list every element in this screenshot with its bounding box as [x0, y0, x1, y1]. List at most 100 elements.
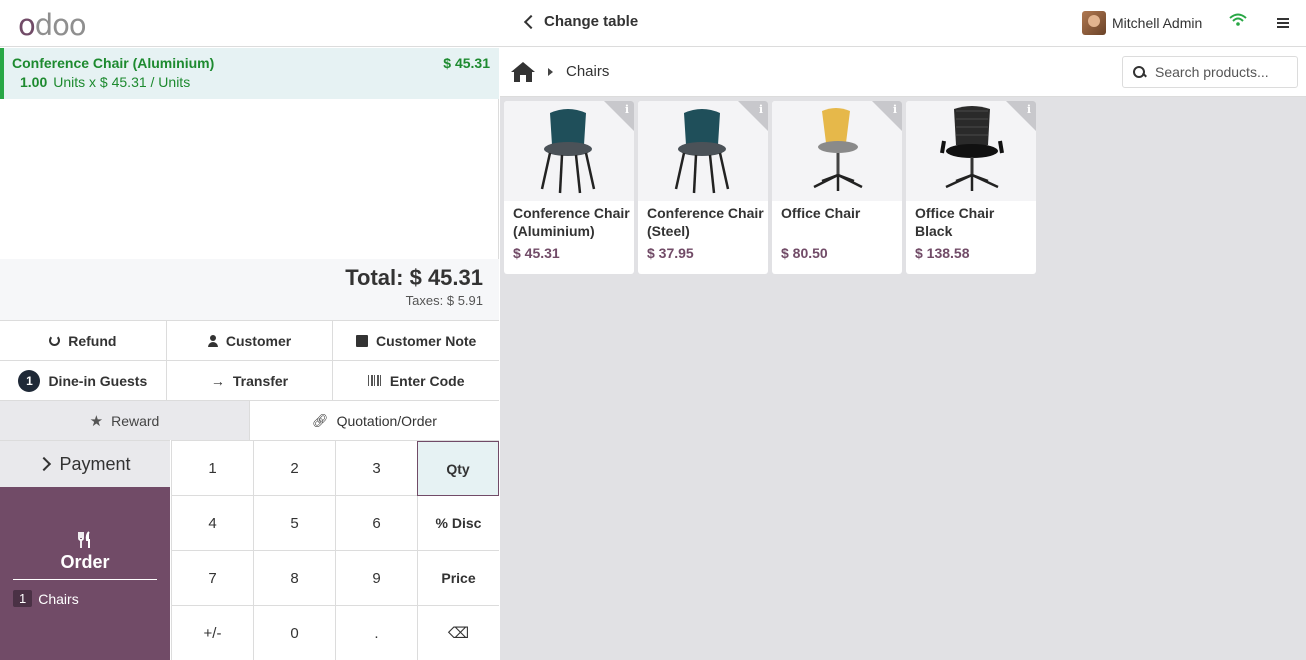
- info-icon[interactable]: i: [759, 103, 763, 116]
- reward-label: Reward: [111, 412, 160, 429]
- numpad-9[interactable]: 9: [335, 551, 417, 606]
- product-card[interactable]: i Conference Chair (Steel) $ 37.95: [638, 101, 768, 274]
- product-name: Office Chair Black: [915, 205, 995, 239]
- enter-code-button[interactable]: Enter Code: [333, 361, 500, 400]
- info-corner: [604, 101, 634, 131]
- info-icon[interactable]: i: [1027, 103, 1031, 116]
- order-line-detail: 1.00 Units x $ 45.31 / Units: [20, 74, 190, 90]
- transfer-button[interactable]: → Transfer: [166, 361, 334, 400]
- numpad-4[interactable]: 4: [171, 496, 253, 551]
- customer-button[interactable]: Customer: [166, 321, 334, 360]
- link-icon: 🔗︎: [312, 412, 329, 428]
- breadcrumb-category[interactable]: Chairs: [566, 63, 609, 80]
- customer-note-button[interactable]: Customer Note: [333, 321, 500, 360]
- barcode-icon: [367, 375, 382, 386]
- order-totals: Total: $ 45.31 Taxes: $ 5.91: [0, 259, 499, 320]
- numpad-8[interactable]: 8: [253, 551, 335, 606]
- dine-in-guests-label: Dine-in Guests: [48, 372, 148, 389]
- product-price: $ 37.95: [647, 245, 694, 261]
- user-menu[interactable]: Mitchell Admin: [1082, 11, 1202, 35]
- numpad-3[interactable]: 3: [335, 441, 417, 496]
- product-price: $ 138.58: [915, 245, 970, 261]
- caret-right-icon: [548, 68, 553, 76]
- search-icon: [1133, 66, 1145, 78]
- tag-count: 1: [13, 590, 33, 607]
- order-taxes: Taxes: $ 5.91: [405, 293, 483, 308]
- order-line[interactable]: Conference Chair (Aluminium) $ 45.31 1.0…: [0, 48, 499, 99]
- product-card[interactable]: i Conference Chair (Aluminium) $ 45.31: [504, 101, 634, 274]
- product-list: i Conference Chair (Aluminium) $ 45.31 i…: [504, 101, 1036, 274]
- info-corner: [738, 101, 768, 131]
- product-price: $ 80.50: [781, 245, 828, 261]
- hamburger-menu-icon[interactable]: [1277, 18, 1289, 28]
- numpad-decimal[interactable]: .: [335, 606, 417, 660]
- order-total: Total: $ 45.31: [345, 265, 483, 290]
- payment-label: Payment: [59, 453, 131, 474]
- order-label: Order: [60, 552, 110, 572]
- customer-label: Customer: [225, 332, 292, 349]
- arrow-right-icon: →: [210, 372, 225, 389]
- guests-count-badge: 1: [18, 369, 41, 392]
- payment-button[interactable]: Payment: [0, 440, 170, 487]
- order-line-price: $ 45.31: [443, 55, 490, 71]
- numpad-plus-minus[interactable]: +/-: [171, 606, 253, 660]
- search-input[interactable]: [1155, 64, 1285, 80]
- product-image: i: [772, 101, 902, 201]
- user-name: Mitchell Admin: [1112, 15, 1203, 31]
- info-icon[interactable]: i: [893, 103, 897, 116]
- product-panel: Chairs i Conference Chair (Aluminium): [500, 48, 1306, 660]
- numpad-0[interactable]: 0: [253, 606, 335, 660]
- order-panel: Conference Chair (Aluminium) $ 45.31 1.0…: [0, 48, 500, 660]
- top-bar: odoo Change table Mitchell Admin: [0, 0, 1306, 47]
- odoo-logo[interactable]: odoo: [18, 8, 87, 42]
- change-table-label: Change table: [544, 13, 639, 30]
- utensils-icon: [78, 531, 90, 548]
- product-image: i: [638, 101, 768, 201]
- chevron-left-icon: [523, 14, 539, 29]
- product-price: $ 45.31: [513, 245, 560, 261]
- refund-button[interactable]: Refund: [0, 321, 167, 360]
- product-name: Conference Chair (Aluminium): [513, 205, 630, 239]
- refund-label: Refund: [68, 332, 117, 349]
- reward-button[interactable]: ★ Reward: [0, 401, 250, 440]
- info-corner: [872, 101, 902, 131]
- order-line-unit: Units x $ 45.31 / Units: [53, 74, 191, 90]
- note-icon: [356, 334, 368, 347]
- wifi-icon[interactable]: [1229, 13, 1247, 27]
- info-corner: [1006, 101, 1036, 131]
- star-icon: ★: [89, 412, 104, 430]
- numpad-5[interactable]: 5: [253, 496, 335, 551]
- search-box: [1122, 56, 1298, 88]
- product-name: Office Chair: [781, 205, 861, 221]
- numpad-backspace[interactable]: ⌫: [417, 606, 499, 660]
- numpad-discount[interactable]: % Disc: [417, 496, 499, 551]
- order-category-tag: 1 Chairs: [13, 590, 79, 607]
- numpad-qty[interactable]: Qty: [417, 441, 499, 496]
- breadcrumb: Chairs: [500, 48, 1306, 97]
- change-table-button[interactable]: Change table: [520, 13, 638, 30]
- user-icon: [207, 334, 218, 347]
- product-image: i: [504, 101, 634, 201]
- avatar: [1082, 11, 1106, 35]
- info-icon[interactable]: i: [625, 103, 629, 116]
- chevron-right-icon: [37, 456, 52, 472]
- order-divider: [13, 579, 157, 580]
- numpad-price[interactable]: Price: [417, 551, 499, 606]
- numpad-1[interactable]: 1: [171, 441, 253, 496]
- enter-code-label: Enter Code: [389, 372, 465, 389]
- order-line-name: Conference Chair (Aluminium): [12, 55, 215, 71]
- refund-icon: [49, 335, 61, 346]
- numpad-7[interactable]: 7: [171, 551, 253, 606]
- transfer-label: Transfer: [232, 372, 289, 389]
- dine-in-guests-button[interactable]: 1 Dine-in Guests: [0, 361, 167, 400]
- order-button[interactable]: Order 1 Chairs: [0, 487, 170, 660]
- product-card[interactable]: i Office Chair $ 80.50: [772, 101, 902, 274]
- quotation-order-button[interactable]: 🔗︎ Quotation/Order: [250, 401, 499, 440]
- numpad-6[interactable]: 6: [335, 496, 417, 551]
- numpad-2[interactable]: 2: [253, 441, 335, 496]
- control-buttons: Refund Customer Customer Note 1 Dine-in …: [0, 320, 500, 440]
- product-image: i: [906, 101, 1036, 201]
- quotation-order-label: Quotation/Order: [336, 412, 437, 429]
- home-icon[interactable]: [510, 61, 536, 83]
- product-card[interactable]: i Office Chair Black $ 138.58: [906, 101, 1036, 274]
